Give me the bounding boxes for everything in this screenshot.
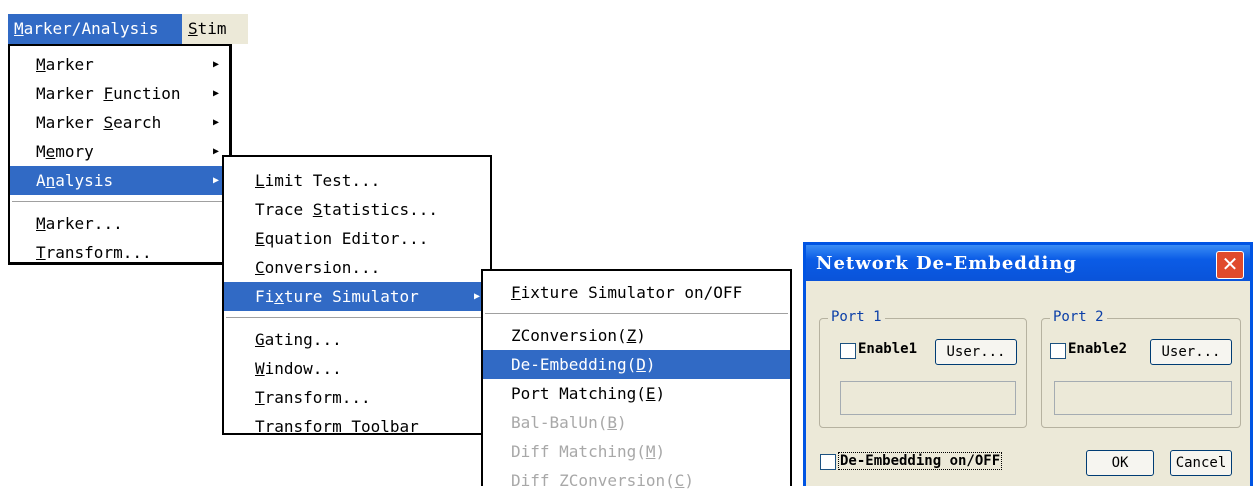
menu-item-gating[interactable]: Gating... xyxy=(224,325,490,354)
submenu-arrow-icon: ▶ xyxy=(212,175,219,186)
menu-item-transform-2[interactable]: Transform... xyxy=(224,383,490,412)
menu-item-fixture-simulator[interactable]: Fixture Simulator ▶ xyxy=(224,282,490,311)
submenu-arrow-icon: ▶ xyxy=(212,88,219,99)
ok-button[interactable]: OK xyxy=(1086,450,1154,476)
menu-item-conversion[interactable]: Conversion... xyxy=(224,253,490,282)
submenu-arrow-icon: ▶ xyxy=(212,146,219,157)
menu-item-transform-toolbar[interactable]: Transform Toolbar xyxy=(224,412,490,441)
menu-item-trace-statistics[interactable]: Trace Statistics... xyxy=(224,195,490,224)
port2-group: Port 2 Enable2 User... xyxy=(1041,309,1241,428)
cancel-button[interactable]: Cancel xyxy=(1170,450,1232,476)
dialog-titlebar[interactable]: Network De-Embedding ✕ xyxy=(806,245,1250,281)
port1-label: Port 1 xyxy=(828,309,885,325)
menu-item-diff-zconversion[interactable]: Diff ZConversion(C) xyxy=(483,466,790,495)
mnemonic: S xyxy=(188,19,198,38)
menu-item-limit-test[interactable]: Limit Test... xyxy=(224,166,490,195)
menu-item-marker[interactable]: Marker ▶ xyxy=(10,50,229,79)
menu-separator xyxy=(485,313,788,315)
submenu-arrow-icon: ▶ xyxy=(212,117,219,128)
menubar-label: arker/Analysis xyxy=(23,19,159,38)
menubar-item-stimulus[interactable]: Stim xyxy=(182,14,248,44)
submenu-arrow-icon: ▶ xyxy=(473,291,480,302)
menubar-label: tim xyxy=(197,19,227,38)
enable2-checkbox[interactable] xyxy=(1050,343,1066,359)
menubar-item-marker-analysis[interactable]: Marker/Analysis xyxy=(8,14,182,44)
menu-item-zconversion[interactable]: ZConversion(Z) xyxy=(483,321,790,350)
menu-item-transform[interactable]: Transform... xyxy=(10,238,229,267)
fixture-simulator-submenu: Fixture Simulator on/OFF ZConversion(Z) … xyxy=(481,269,792,490)
menu-item-equation-editor[interactable]: Equation Editor... xyxy=(224,224,490,253)
dialog-title: Network De-Embedding xyxy=(816,253,1077,274)
menu-item-bal-balun[interactable]: Bal-BalUn(B) xyxy=(483,408,790,437)
mnemonic: M xyxy=(14,19,24,38)
menubar: Marker/Analysis Stim xyxy=(8,14,248,44)
port1-group: Port 1 Enable1 User... xyxy=(819,309,1027,428)
menu-item-de-embedding[interactable]: De-Embedding(D) xyxy=(483,350,790,379)
enable2-label: Enable2 xyxy=(1068,341,1128,357)
deembedding-toggle-label[interactable]: De-Embedding on/OFF xyxy=(838,452,1003,470)
port2-label: Port 2 xyxy=(1050,309,1107,325)
menu-item-marker-function[interactable]: Marker Function ▶ xyxy=(10,79,229,108)
menu-item-marker-search[interactable]: Marker Search ▶ xyxy=(10,108,229,137)
menu-item-memory[interactable]: Memory ▶ xyxy=(10,137,229,166)
port2-user-button[interactable]: User... xyxy=(1150,339,1232,365)
close-icon[interactable]: ✕ xyxy=(1216,251,1244,279)
menu-separator xyxy=(12,201,227,203)
analysis-submenu: Limit Test... Trace Statistics... Equati… xyxy=(222,155,492,436)
menu-separator xyxy=(226,317,488,319)
enable1-checkbox[interactable] xyxy=(840,343,856,359)
menu-item-marker-dialog[interactable]: Marker... xyxy=(10,209,229,238)
submenu-arrow-icon: ▶ xyxy=(212,59,219,70)
port1-user-button[interactable]: User... xyxy=(935,339,1017,365)
port2-file-field[interactable] xyxy=(1054,381,1232,415)
menu-item-analysis[interactable]: Analysis ▶ xyxy=(10,166,229,195)
deembedding-toggle-checkbox[interactable] xyxy=(820,454,836,470)
menu-item-diff-matching[interactable]: Diff Matching(M) xyxy=(483,437,790,466)
marker-analysis-menu: Marker ▶ Marker Function ▶ Marker Search ▶ … xyxy=(8,44,232,265)
menu-item-port-matching[interactable]: Port Matching(E) xyxy=(483,379,790,408)
enable1-label: Enable1 xyxy=(858,341,918,357)
menu-item-fixture-simulator-toggle[interactable]: Fixture Simulator on/OFF xyxy=(483,278,790,307)
menu-item-window[interactable]: Window... xyxy=(224,354,490,383)
network-de-embedding-dialog: Network De-Embedding ✕ Port 1 Enable1 Us… xyxy=(803,242,1253,486)
port1-file-field[interactable] xyxy=(840,381,1016,415)
